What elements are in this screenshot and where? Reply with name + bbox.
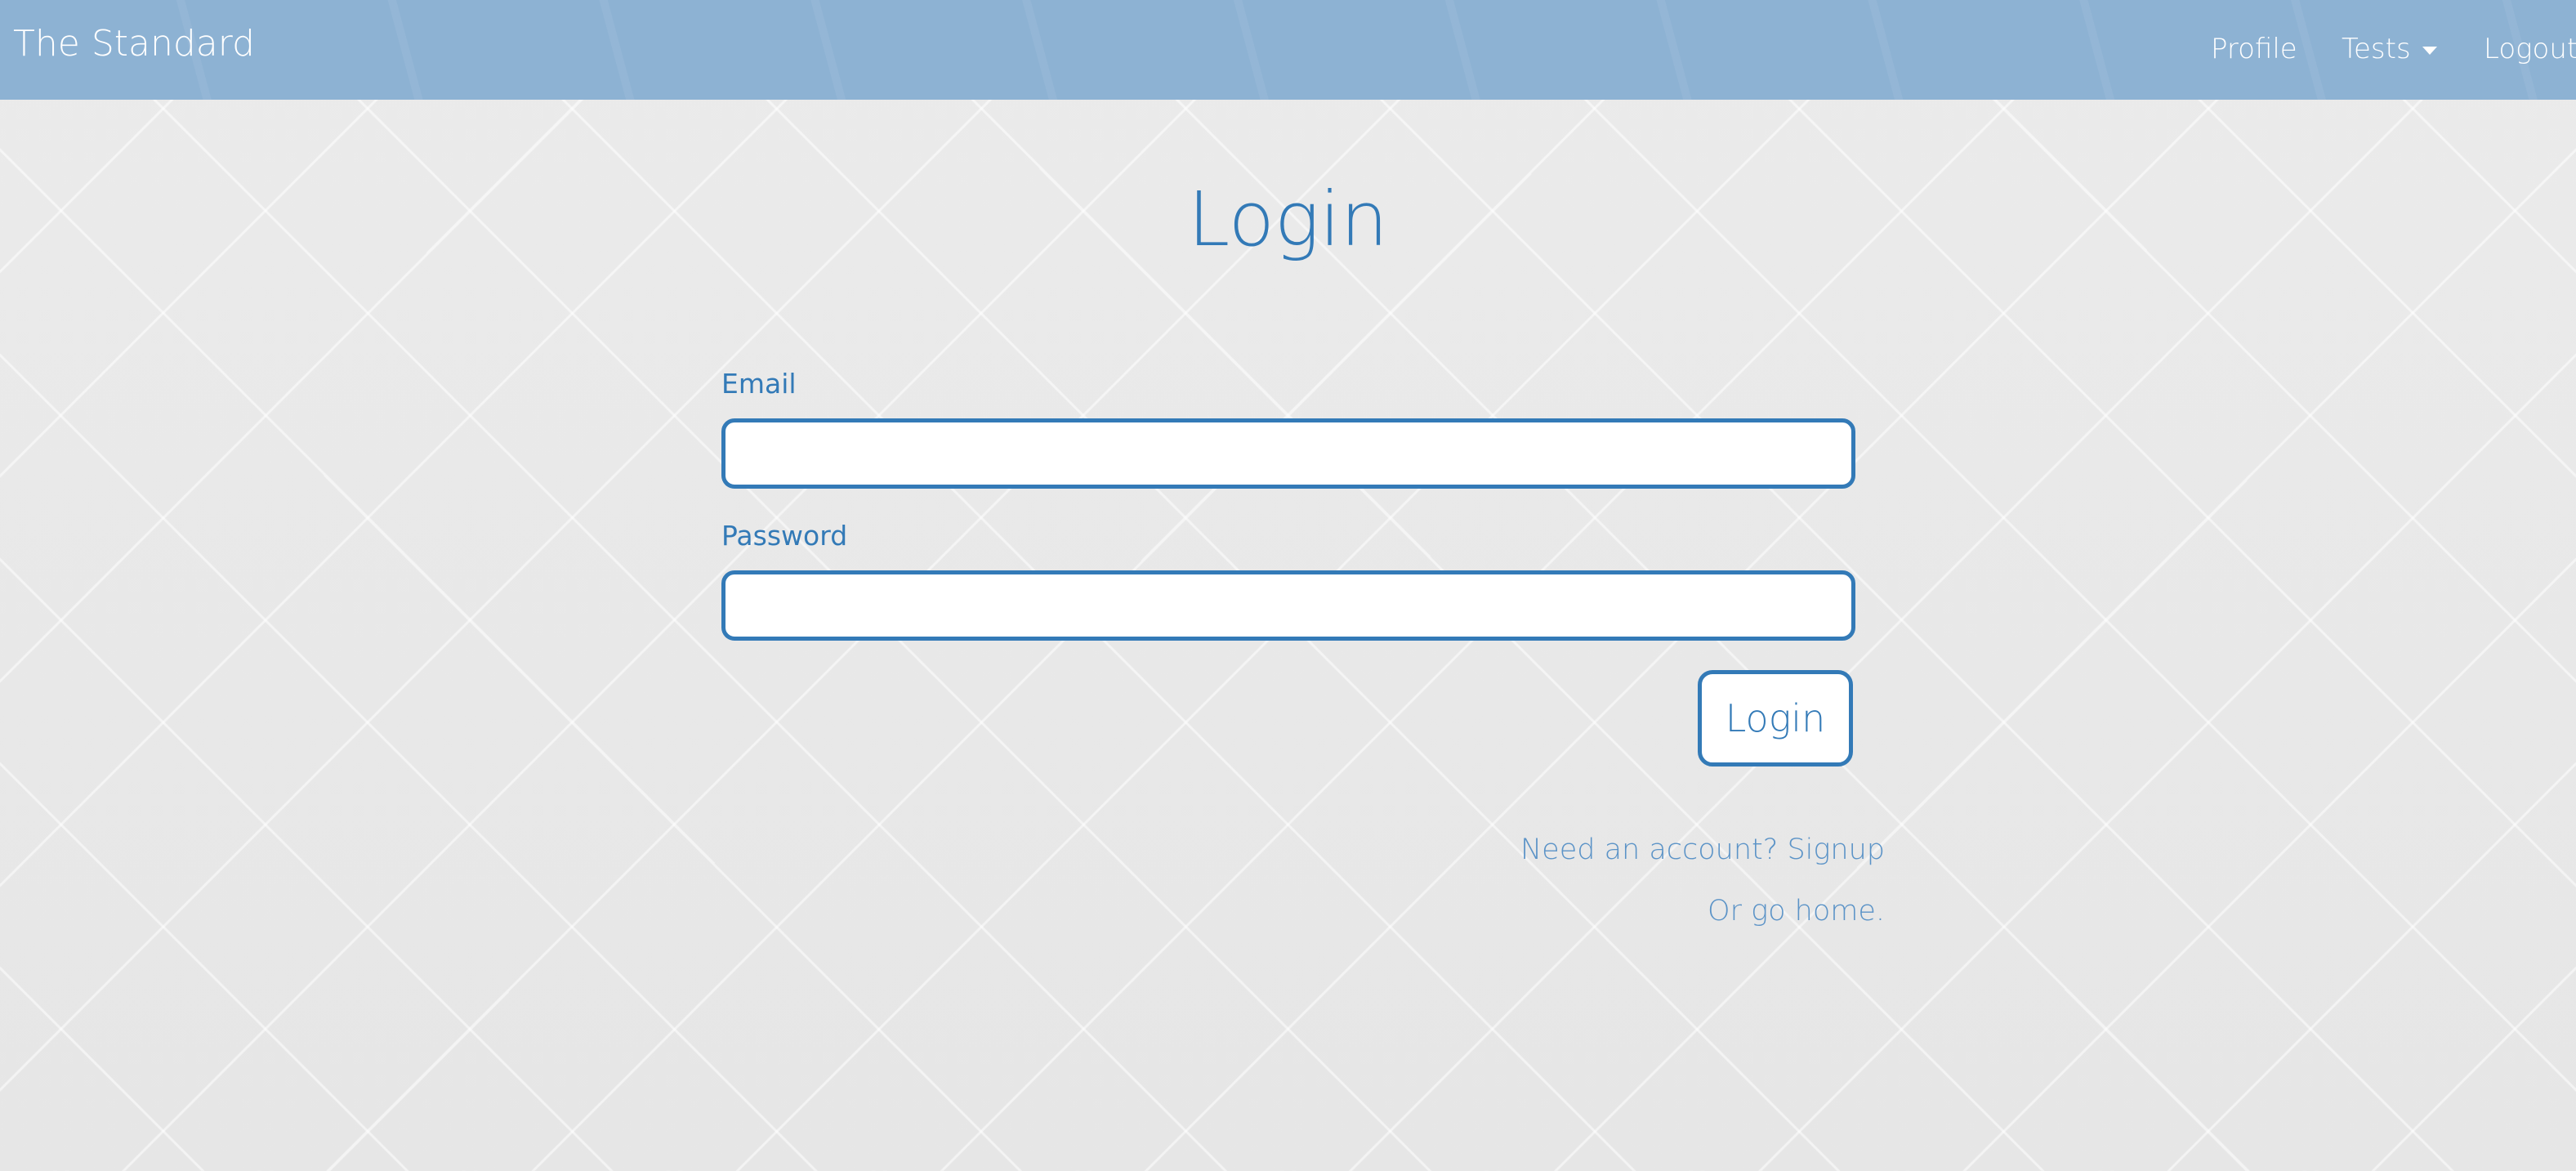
home-link[interactable]: Or go home. [1708, 895, 1885, 927]
navbar: The Standard Profile Tests Logout [0, 0, 2576, 100]
caret-down-icon [2422, 46, 2437, 55]
password-input[interactable] [721, 570, 1855, 641]
nav-tests-label: Tests [2342, 33, 2411, 65]
nav-profile[interactable]: Profile [2211, 33, 2297, 65]
page-title: Login [1187, 176, 1388, 263]
email-label: Email [721, 368, 797, 400]
email-input[interactable] [721, 418, 1855, 489]
password-label: Password [721, 520, 848, 552]
brand-link[interactable]: The Standard [13, 23, 255, 65]
login-button[interactable]: Login [1698, 670, 1853, 767]
signup-link[interactable]: Need an account? Signup [1520, 834, 1885, 866]
nav-tests-dropdown[interactable]: Tests [2342, 33, 2437, 65]
nav-logout[interactable]: Logout [2484, 33, 2576, 65]
